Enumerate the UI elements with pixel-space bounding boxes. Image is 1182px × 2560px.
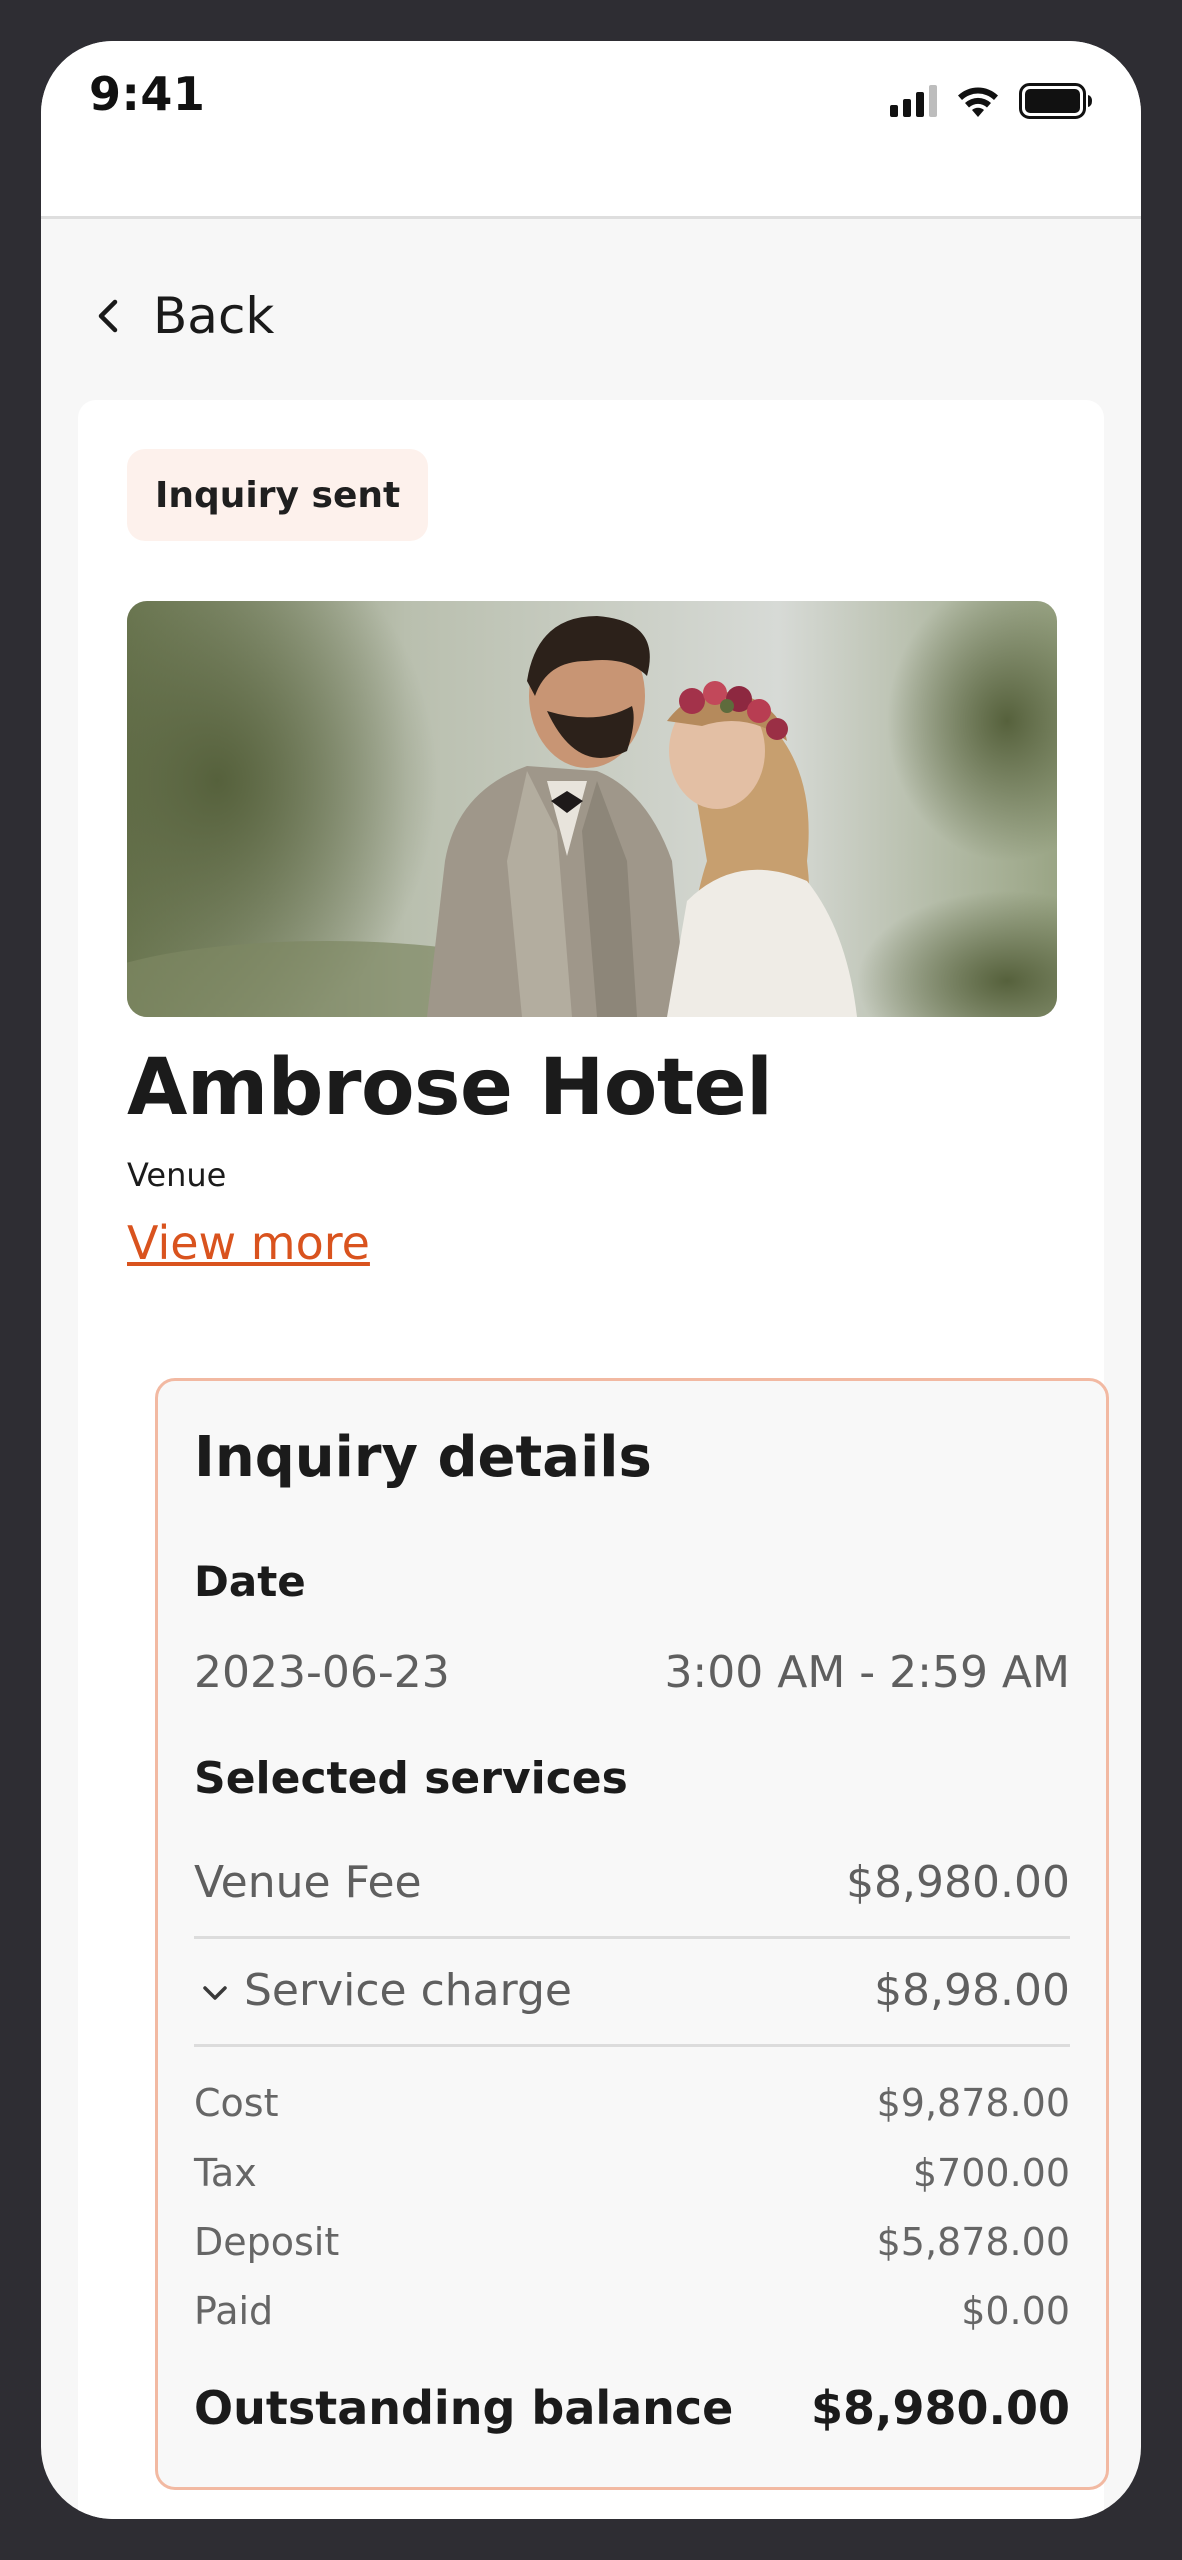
service-label: Service charge — [244, 1965, 572, 2016]
summary-label: Paid — [194, 2289, 274, 2333]
summary-row-tax: Tax $700.00 — [194, 2151, 1070, 2211]
service-line-venue-fee: Venue Fee $8,980.00 — [194, 1833, 1070, 1939]
outstanding-balance-amount: $8,980.00 — [811, 2381, 1070, 2435]
back-button[interactable]: Back — [93, 281, 274, 351]
view-more-link[interactable]: View more — [127, 1216, 370, 1270]
chevron-left-icon — [98, 299, 118, 333]
venue-photo — [127, 601, 1057, 1017]
battery-icon — [1019, 83, 1092, 119]
back-label: Back — [153, 287, 275, 345]
wifi-icon — [958, 87, 998, 117]
inquiry-details-panel: Inquiry details Date 2023-06-23 3:00 AM … — [155, 1378, 1109, 2490]
summary-label: Tax — [194, 2151, 257, 2195]
date-value: 2023-06-23 — [194, 1647, 450, 1698]
cellular-signal-icon — [890, 85, 937, 117]
summary-amount: $5,878.00 — [876, 2220, 1070, 2264]
summary-row-cost: Cost $9,878.00 — [194, 2081, 1070, 2141]
venue-name: Ambrose Hotel — [127, 1043, 773, 1133]
summary-amount: $700.00 — [912, 2151, 1070, 2195]
status-bar: 9:41 — [41, 41, 1141, 219]
venue-category: Venue — [127, 1156, 227, 1194]
service-amount: $8,980.00 — [846, 1857, 1070, 1908]
status-icons — [890, 77, 1093, 125]
outstanding-balance-row: Outstanding balance $8,980.00 — [194, 2381, 1070, 2451]
service-amount: $8,98.00 — [874, 1965, 1070, 2016]
summary-row-deposit: Deposit $5,878.00 — [194, 2220, 1070, 2280]
service-line-service-charge[interactable]: Service charge $8,98.00 — [194, 1941, 1070, 2047]
service-label: Venue Fee — [194, 1857, 422, 1908]
summary-label: Deposit — [194, 2220, 340, 2264]
status-badge: Inquiry sent — [127, 449, 429, 541]
inquiry-details-title: Inquiry details — [194, 1425, 652, 1490]
phone-screen: 9:41 Back Inquiry sent Ambrose Hotel Ven… — [41, 41, 1141, 2519]
summary-amount: $0.00 — [961, 2289, 1070, 2333]
summary-label: Cost — [194, 2081, 279, 2125]
summary-row-paid: Paid $0.00 — [194, 2289, 1070, 2349]
date-label: Date — [194, 1557, 306, 1606]
selected-services-label: Selected services — [194, 1753, 628, 1804]
outstanding-balance-label: Outstanding balance — [194, 2381, 734, 2435]
summary-amount: $9,878.00 — [876, 2081, 1070, 2125]
status-time: 9:41 — [89, 67, 206, 121]
time-range-value: 3:00 AM - 2:59 AM — [664, 1647, 1070, 1698]
chevron-down-icon[interactable] — [202, 1985, 228, 2003]
